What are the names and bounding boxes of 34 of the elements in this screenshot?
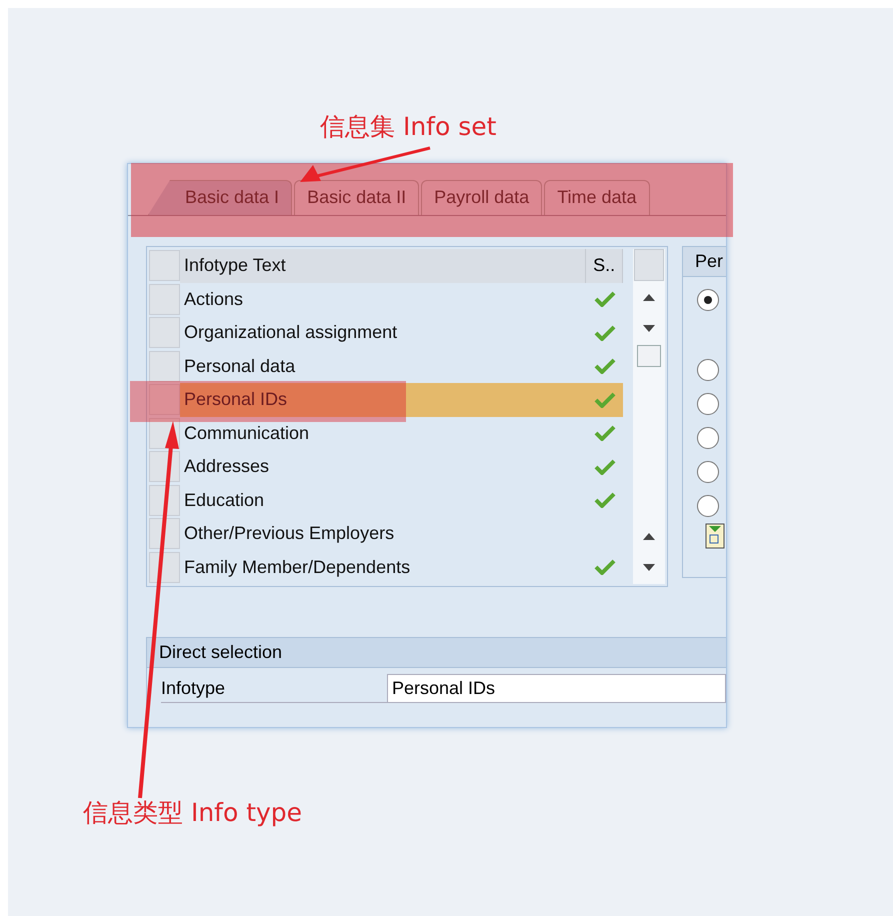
document-icon[interactable] (705, 523, 725, 549)
table-cell[interactable]: Other/Previous Employers (180, 517, 588, 550)
tab[interactable]: Time data (544, 180, 650, 215)
scroll-thumb[interactable] (637, 345, 662, 367)
tab[interactable]: Basic data II (294, 180, 420, 215)
scrollbar-corner-button[interactable] (634, 249, 664, 281)
group-title: Per (695, 251, 724, 271)
table-cell[interactable]: Personal data (180, 350, 588, 383)
table-cell[interactable]: Personal IDs (180, 383, 588, 416)
table-cell[interactable]: Organizational assignment (180, 316, 588, 350)
table-cell[interactable]: Family Member/Dependents (180, 550, 588, 584)
scroll-up-icon[interactable] (642, 532, 656, 540)
table-cell[interactable]: Addresses (180, 450, 588, 484)
scroll-down-icon[interactable] (642, 564, 656, 572)
radio-button[interactable] (697, 393, 719, 415)
table-cell[interactable]: Education (180, 484, 588, 517)
scroll-up-icon[interactable] (642, 293, 656, 301)
group-title: Direct selection (159, 642, 282, 662)
radio-button[interactable] (697, 289, 719, 311)
radio-button[interactable] (697, 495, 719, 517)
column-header[interactable]: Infotype Text (180, 249, 586, 282)
column-header[interactable]: S.. (586, 249, 624, 282)
radio-button[interactable] (697, 427, 719, 449)
tab[interactable]: Payroll data (421, 180, 542, 215)
annotation-label: 信息类型 Info type (83, 797, 302, 829)
table-cell[interactable]: Communication (180, 416, 588, 450)
radio-button[interactable] (697, 359, 719, 381)
row-selector[interactable] (149, 350, 180, 382)
radio-button[interactable] (697, 461, 719, 483)
scrollbar[interactable] (633, 249, 665, 584)
table-cell[interactable]: Actions (180, 282, 588, 316)
annotation-label: 信息集 Info set (320, 111, 496, 143)
scroll-down-icon[interactable] (642, 325, 656, 333)
infotype-field[interactable]: Personal IDs (387, 674, 726, 703)
